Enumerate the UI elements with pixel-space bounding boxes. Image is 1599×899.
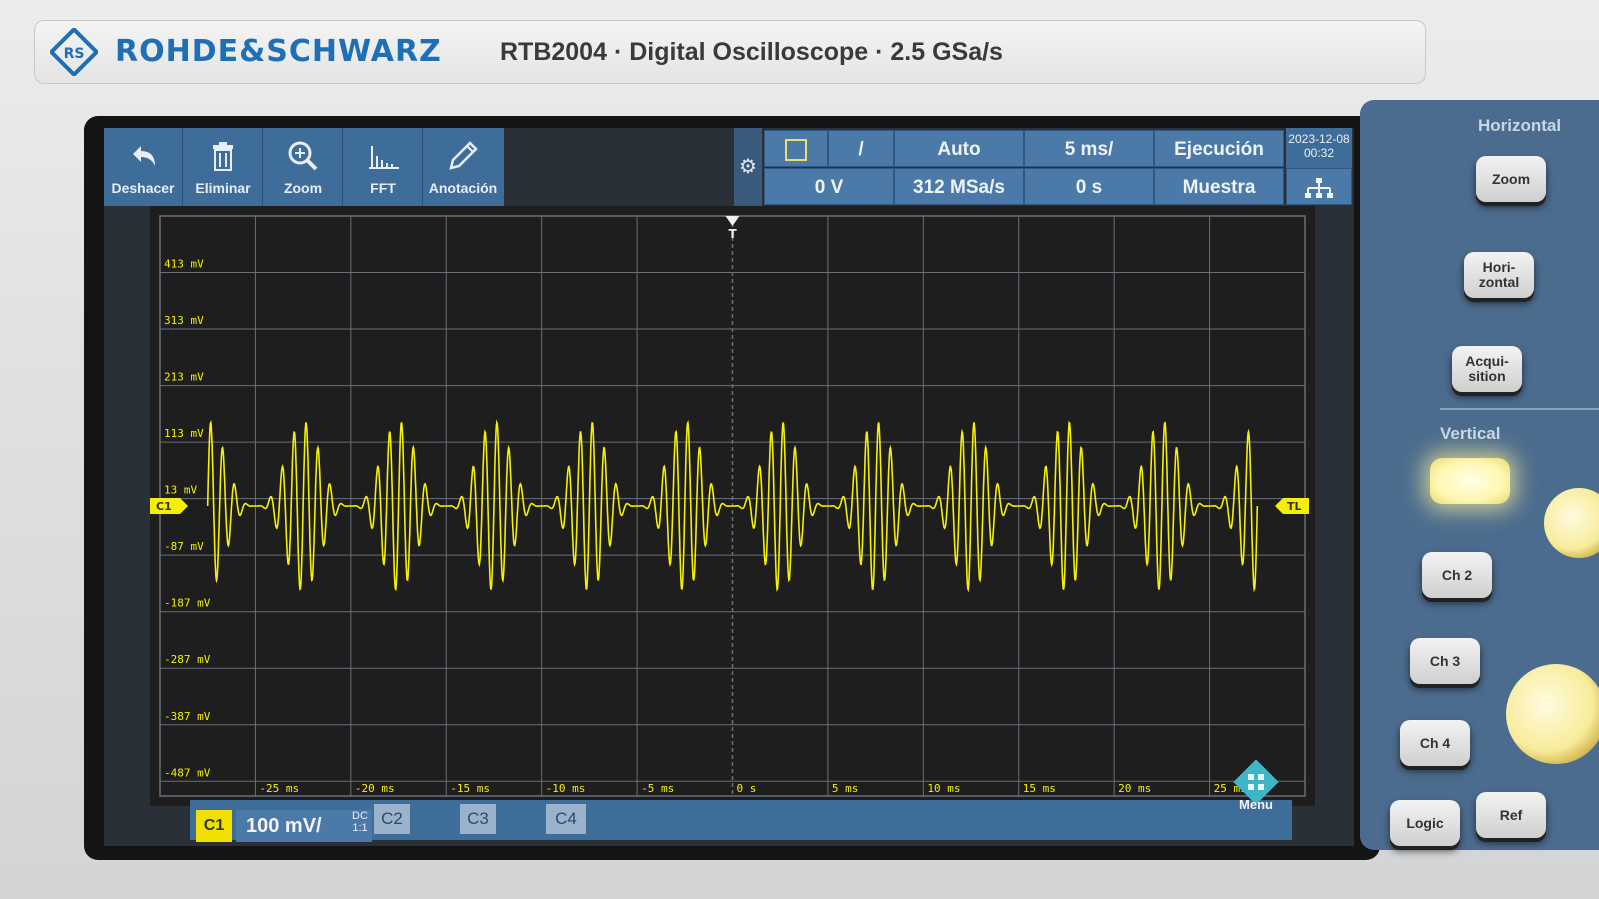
panel-divider bbox=[1440, 408, 1599, 410]
settings-button[interactable]: ⚙ bbox=[734, 128, 762, 206]
y-tick-label: 213 mV bbox=[164, 371, 204, 384]
time-text: 00:32 bbox=[1303, 146, 1335, 160]
annotation-button[interactable]: Anotación bbox=[424, 128, 502, 206]
network-icon bbox=[1305, 177, 1333, 198]
undo-icon bbox=[133, 146, 155, 166]
horizontal-position-field[interactable]: 0 s bbox=[1024, 168, 1154, 205]
fft-icon bbox=[369, 146, 399, 169]
pencil-icon bbox=[449, 141, 478, 170]
run-state-field[interactable]: Ejecución bbox=[1154, 130, 1284, 167]
acquisition-hw-button[interactable]: Acqui- sition bbox=[1452, 346, 1522, 392]
ch3-hw-button[interactable]: Ch 3 bbox=[1410, 638, 1480, 684]
ch4-hw-button[interactable]: Ch 4 bbox=[1400, 720, 1470, 766]
channel-2-tab[interactable]: C2 bbox=[374, 804, 410, 834]
trigger-source-button[interactable] bbox=[764, 130, 828, 167]
x-tick-label: 10 ms bbox=[927, 782, 960, 795]
trigger-position-marker bbox=[725, 216, 740, 226]
network-button[interactable] bbox=[1286, 168, 1352, 205]
horizontal-hw-button[interactable]: Hori- zontal bbox=[1464, 252, 1534, 298]
zoom-tool-label: Zoom bbox=[283, 180, 323, 196]
ch2-hw-button[interactable]: Ch 2 bbox=[1422, 552, 1492, 598]
x-tick-label: 5 ms bbox=[832, 782, 859, 795]
zoom-hw-button[interactable]: Zoom bbox=[1476, 156, 1546, 202]
ref-hw-button[interactable]: Ref bbox=[1476, 792, 1546, 838]
channel-1-coupling: DC 1:1 bbox=[352, 810, 368, 834]
x-tick-label: -5 ms bbox=[641, 782, 674, 795]
vertical-section-title: Vertical bbox=[1440, 424, 1501, 443]
fft-label: FFT bbox=[370, 180, 396, 196]
sample-rate-field[interactable]: 312 MSa/s bbox=[894, 168, 1024, 205]
zoom-tool-button[interactable]: Zoom bbox=[264, 128, 343, 206]
waveform-plot: 413 mV 313 mV 213 mV 113 mV 13 mV -87 mV -187 … bbox=[150, 215, 1309, 797]
x-tick-label: -20 ms bbox=[355, 782, 395, 795]
delete-button[interactable]: Eliminar bbox=[184, 128, 263, 206]
menu-label: Menu bbox=[1239, 797, 1273, 812]
fft-button[interactable]: FFT bbox=[344, 128, 423, 206]
trigger-mode-field[interactable]: Auto bbox=[894, 130, 1024, 167]
x-tick-label: -15 ms bbox=[450, 782, 490, 795]
trigger-position-label: T bbox=[729, 227, 738, 241]
brand-name: ROHDE&SCHWARZ bbox=[115, 34, 442, 69]
y-tick-label: -187 mV bbox=[164, 597, 211, 610]
channel-1-tab[interactable]: C1 bbox=[196, 810, 232, 842]
undo-button[interactable]: Deshacer bbox=[104, 128, 183, 206]
x-tick-label: 20 ms bbox=[1118, 782, 1151, 795]
y-tick-label: 313 mV bbox=[164, 314, 204, 327]
trigger-level-field[interactable]: 0 V bbox=[764, 168, 894, 205]
rs-logo-icon: RS bbox=[50, 28, 98, 76]
svg-text:RS: RS bbox=[64, 46, 85, 62]
delete-label: Eliminar bbox=[195, 180, 251, 196]
toolbar: Deshacer Eliminar Zoom FFT Anotación bbox=[104, 128, 504, 206]
date-text: 2023-12-08 bbox=[1288, 132, 1350, 146]
datetime-display: 2023-12-08 00:32 bbox=[1286, 128, 1352, 168]
y-tick-label: 413 mV bbox=[164, 258, 204, 271]
trigger-slope-button[interactable]: / bbox=[828, 130, 894, 167]
x-tick-label: -25 ms bbox=[259, 782, 299, 795]
channel-3-tab[interactable]: C3 bbox=[460, 804, 496, 834]
annotation-label: Anotación bbox=[428, 180, 498, 196]
y-tick-label: 113 mV bbox=[164, 427, 204, 440]
trigger-source-indicator bbox=[785, 138, 807, 161]
vertical-scale-knob[interactable] bbox=[1506, 664, 1599, 764]
acquisition-mode-field[interactable]: Muestra bbox=[1154, 168, 1284, 205]
trigger-level-label: TL bbox=[1287, 500, 1302, 513]
timebase-field[interactable]: 5 ms/ bbox=[1024, 130, 1154, 167]
zoom-icon bbox=[288, 141, 318, 171]
y-tick-label: -487 mV bbox=[164, 766, 211, 779]
y-tick-label: -387 mV bbox=[164, 710, 211, 723]
x-tick-label: 0 s bbox=[737, 782, 757, 795]
y-tick-label: -87 mV bbox=[164, 540, 204, 553]
logic-hw-button[interactable]: Logic bbox=[1390, 800, 1460, 846]
ch1-hw-button-lit[interactable] bbox=[1430, 458, 1510, 504]
channel-1-marker-label: C1 bbox=[156, 500, 172, 513]
channel-4-tab[interactable]: C4 bbox=[546, 804, 586, 834]
probe-ratio-text: 1:1 bbox=[352, 822, 368, 834]
y-tick-label: 13 mV bbox=[164, 484, 197, 497]
model-line: RTB2004 · Digital Oscilloscope · 2.5 GSa… bbox=[500, 38, 1003, 66]
x-tick-label: 15 ms bbox=[1023, 782, 1056, 795]
trash-icon bbox=[213, 142, 233, 171]
coupling-text: DC bbox=[352, 810, 368, 822]
undo-label: Deshacer bbox=[111, 180, 175, 196]
horizontal-section-title: Horizontal bbox=[1478, 116, 1562, 135]
y-tick-label: -287 mV bbox=[164, 653, 211, 666]
gear-icon: ⚙ bbox=[739, 156, 757, 178]
x-tick-label: -10 ms bbox=[546, 782, 586, 795]
